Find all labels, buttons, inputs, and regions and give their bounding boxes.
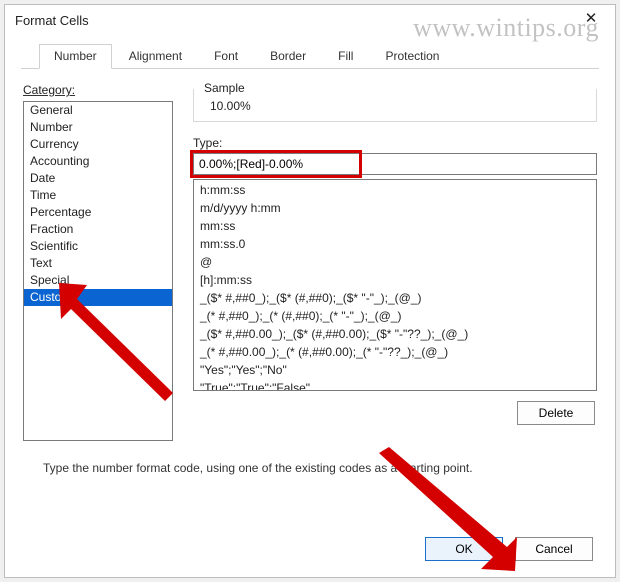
- list-item[interactable]: Percentage: [24, 204, 172, 221]
- list-item[interactable]: h:mm:ss: [194, 181, 596, 199]
- tab-border[interactable]: Border: [255, 44, 321, 69]
- list-item[interactable]: Special: [24, 272, 172, 289]
- tab-strip: Number Alignment Font Border Fill Protec…: [21, 43, 599, 69]
- window-title: Format Cells: [15, 13, 577, 28]
- list-item[interactable]: mm:ss: [194, 217, 596, 235]
- list-item[interactable]: Currency: [24, 136, 172, 153]
- sample-label: Sample: [200, 81, 249, 95]
- type-input[interactable]: [193, 153, 597, 175]
- dialog-window: www.wintips.org Format Cells ✕ Number Al…: [4, 4, 616, 578]
- list-item[interactable]: "Yes";"Yes";"No": [194, 361, 596, 379]
- sample-group: Sample 10.00%: [193, 89, 597, 122]
- tab-protection[interactable]: Protection: [370, 44, 454, 69]
- list-item[interactable]: [h]:mm:ss: [194, 271, 596, 289]
- list-item[interactable]: Number: [24, 119, 172, 136]
- tab-number[interactable]: Number: [39, 44, 112, 69]
- list-item[interactable]: General: [24, 102, 172, 119]
- type-label: Type:: [193, 136, 597, 150]
- list-item-custom[interactable]: Custom: [24, 289, 172, 306]
- title-bar: Format Cells ✕: [5, 5, 615, 35]
- close-icon[interactable]: ✕: [577, 9, 605, 31]
- list-item[interactable]: mm:ss.0: [194, 235, 596, 253]
- tab-font[interactable]: Font: [199, 44, 253, 69]
- tab-fill[interactable]: Fill: [323, 44, 368, 69]
- list-item[interactable]: Date: [24, 170, 172, 187]
- list-item[interactable]: Accounting: [24, 153, 172, 170]
- hint-text: Type the number format code, using one o…: [23, 461, 597, 475]
- dialog-footer: OK Cancel: [425, 537, 593, 561]
- list-item[interactable]: @: [194, 253, 596, 271]
- category-listbox[interactable]: General Number Currency Accounting Date …: [23, 101, 173, 441]
- list-item[interactable]: m/d/yyyy h:mm: [194, 199, 596, 217]
- sample-value: 10.00%: [204, 99, 586, 113]
- number-panel: Category: General Number Currency Accoun…: [5, 69, 615, 485]
- list-item[interactable]: Text: [24, 255, 172, 272]
- list-item[interactable]: "True";"True";"False": [194, 379, 596, 391]
- list-item[interactable]: Time: [24, 187, 172, 204]
- list-item[interactable]: _(* #,##0_);_(* (#,##0);_(* "-"_);_(@_): [194, 307, 596, 325]
- list-item[interactable]: Fraction: [24, 221, 172, 238]
- format-code-listbox[interactable]: h:mm:ss m/d/yyyy h:mm mm:ss mm:ss.0 @ [h…: [193, 179, 597, 391]
- category-label: Category:: [23, 83, 173, 97]
- tab-alignment[interactable]: Alignment: [114, 44, 197, 69]
- cancel-button[interactable]: Cancel: [515, 537, 593, 561]
- list-item[interactable]: _(* #,##0.00_);_(* (#,##0.00);_(* "-"??_…: [194, 343, 596, 361]
- ok-button[interactable]: OK: [425, 537, 503, 561]
- list-item[interactable]: Scientific: [24, 238, 172, 255]
- list-item[interactable]: _($* #,##0.00_);_($* (#,##0.00);_($* "-"…: [194, 325, 596, 343]
- list-item[interactable]: _($* #,##0_);_($* (#,##0);_($* "-"_);_(@…: [194, 289, 596, 307]
- delete-button[interactable]: Delete: [517, 401, 595, 425]
